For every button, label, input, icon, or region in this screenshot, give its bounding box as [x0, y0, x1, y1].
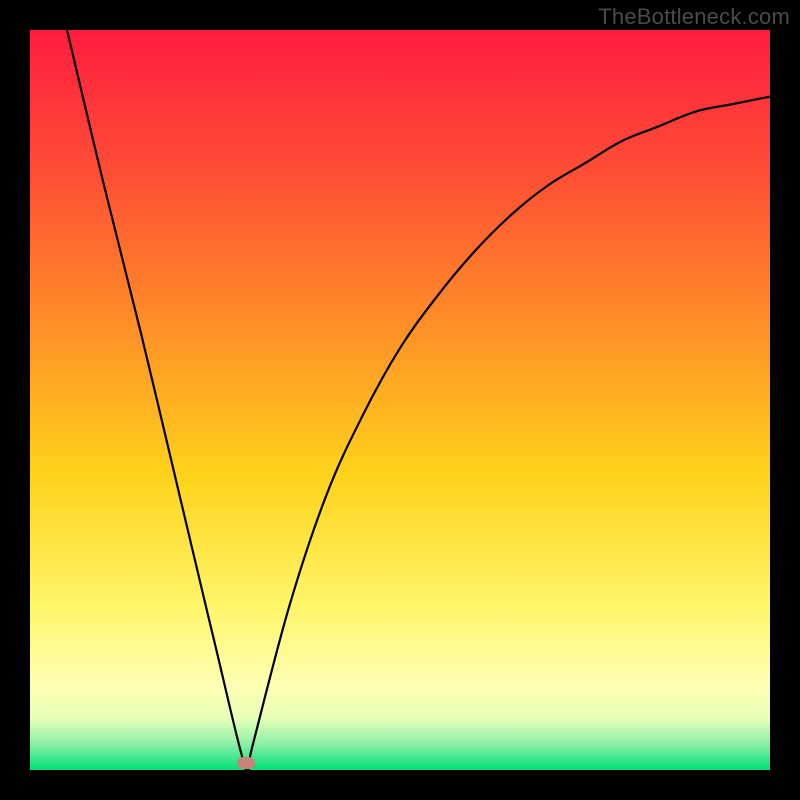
watermark-text: TheBottleneck.com: [598, 4, 790, 30]
plot-area: [30, 30, 770, 770]
min-point-marker: [237, 757, 255, 769]
bottleneck-curve: [67, 30, 770, 770]
curve-layer: [30, 30, 770, 770]
chart-frame: TheBottleneck.com: [0, 0, 800, 800]
